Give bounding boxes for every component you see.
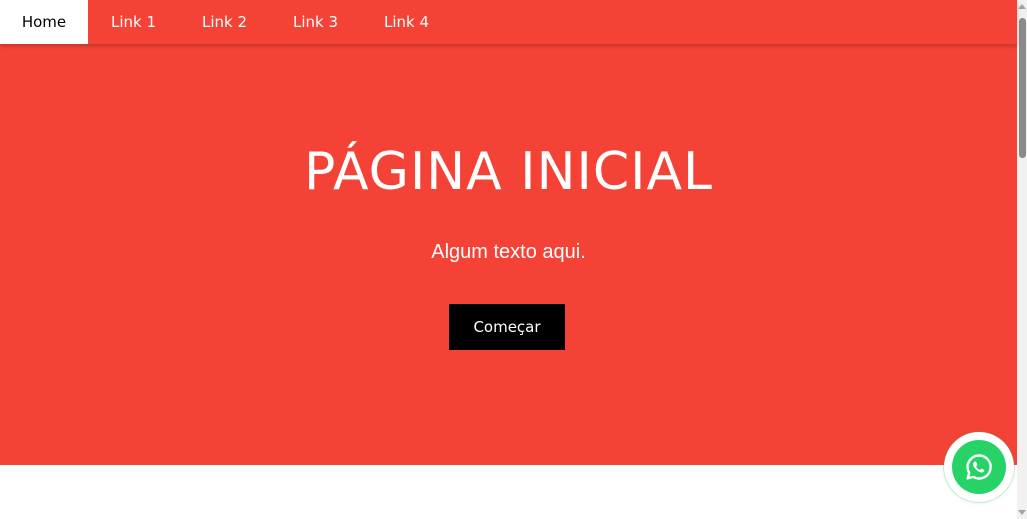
whatsapp-button[interactable] xyxy=(944,432,1014,502)
nav-item-home[interactable]: Home xyxy=(0,0,88,44)
hero-subtitle: Algum texto aqui. xyxy=(431,241,586,263)
top-navbar: Home Link 1 Link 2 Link 3 Link 4 xyxy=(0,0,1017,44)
scroll-up-arrow-icon[interactable] xyxy=(1018,4,1026,9)
hero-title: PÁGINA INICIAL xyxy=(303,142,714,202)
nav-item-link-2[interactable]: Link 2 xyxy=(179,0,270,44)
whatsapp-button-circle xyxy=(952,440,1006,494)
scrollbar-thumb[interactable] xyxy=(1019,18,1026,158)
vertical-scrollbar[interactable] xyxy=(1017,0,1027,519)
page: Home Link 1 Link 2 Link 3 Link 4 PÁGINA … xyxy=(0,0,1027,519)
hero-section: PÁGINA INICIAL Algum texto aqui. Começar xyxy=(0,44,1017,465)
nav-item-link-4[interactable]: Link 4 xyxy=(361,0,452,44)
scroll-down-arrow-icon[interactable] xyxy=(1018,510,1026,515)
nav-item-link-3[interactable]: Link 3 xyxy=(270,0,361,44)
page-content: Home Link 1 Link 2 Link 3 Link 4 PÁGINA … xyxy=(0,0,1017,519)
whatsapp-icon xyxy=(966,454,992,480)
nav-item-link-1[interactable]: Link 1 xyxy=(88,0,179,44)
start-button[interactable]: Começar xyxy=(449,304,565,350)
